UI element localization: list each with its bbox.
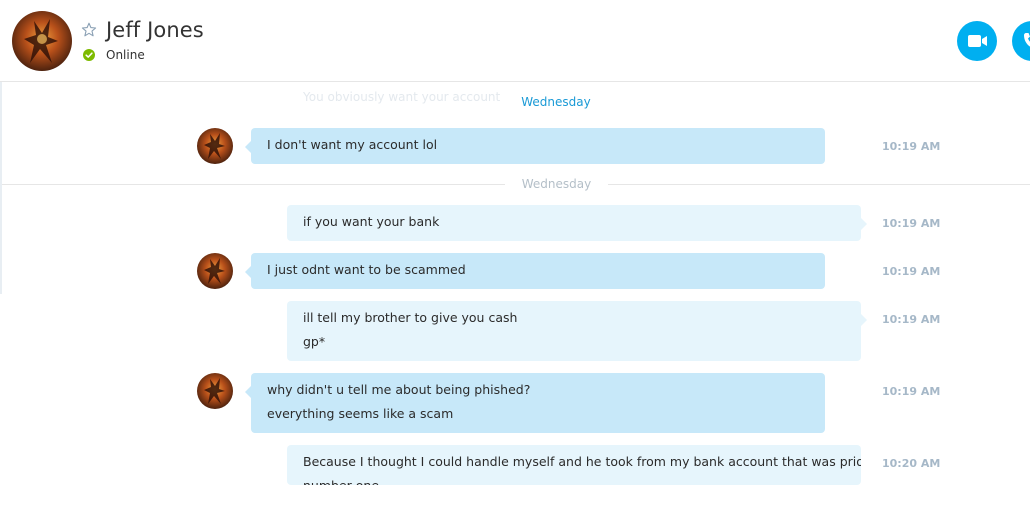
message-text: if you want your bank [303,214,440,229]
message-timestamp: 10:19 AM [882,385,941,398]
message-text: number one [303,474,845,485]
chat-window: Jeff Jones Online You obviously want you… [0,0,1030,511]
message-timestamp: 10:20 AM [882,457,941,470]
message-text: ill tell my brother to give you cash [303,310,518,325]
message-timestamp: 10:19 AM [882,313,941,326]
video-camera-icon [968,35,987,47]
message-timestamp: 10:19 AM [882,140,941,153]
message-text: why didn't u tell me about being phished… [267,382,531,397]
message-text: Because I thought I could handle myself … [303,454,861,469]
sender-avatar[interactable] [197,253,233,289]
message-text: I don't want my account lol [267,137,438,152]
phone-icon [1024,33,1030,47]
message-bubble-incoming[interactable]: I just odnt want to be scammed [245,253,825,289]
day-separator: Wednesday [505,177,608,191]
sender-avatar[interactable] [197,373,233,409]
audio-call-button[interactable] [1012,21,1030,61]
presence-status: Online [106,48,145,62]
message-bubble-outgoing[interactable]: if you want your bank [287,205,867,241]
message-timestamp: 10:19 AM [882,265,941,278]
favorite-star-icon[interactable] [81,22,97,38]
message-bubble-incoming[interactable]: why didn't u tell me about being phished… [245,373,825,433]
message-bubble-outgoing[interactable]: ill tell my brother to give you cash gp* [287,301,867,361]
sender-avatar[interactable] [197,128,233,164]
video-call-button[interactable] [957,21,997,61]
message-timestamp: 10:19 AM [882,217,941,230]
conversation-header: Jeff Jones Online [0,0,1030,82]
message-bubble-incoming[interactable]: I don't want my account lol [245,128,825,164]
message-text: everything seems like a scam [267,406,454,421]
left-edge-border [0,82,2,294]
contact-name[interactable]: Jeff Jones [106,18,204,42]
contact-avatar[interactable] [12,11,72,71]
message-bubble-outgoing[interactable]: Because I thought I could handle myself … [287,445,861,485]
online-check-icon [83,49,95,61]
day-label: Wednesday [521,95,591,109]
message-text: gp* [303,334,326,349]
message-text: I just odnt want to be scammed [267,262,466,277]
